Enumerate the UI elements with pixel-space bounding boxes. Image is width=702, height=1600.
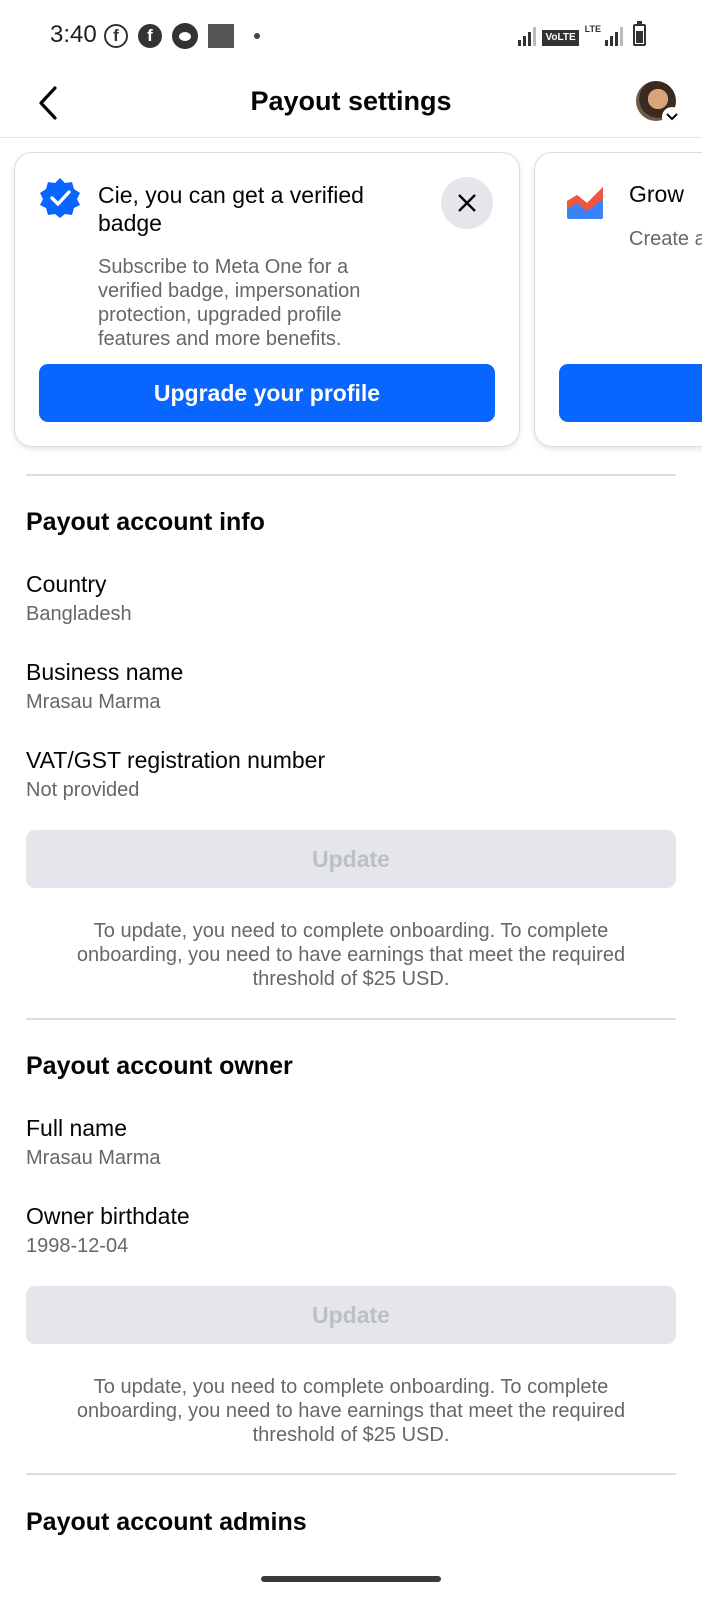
- owner-birthdate-label: Owner birthdate: [26, 1203, 190, 1229]
- status-time: 3:40: [50, 21, 97, 48]
- promo-title: Cie, you can get a verified badge: [98, 182, 364, 236]
- vat-gst-label: VAT/GST registration number: [26, 747, 326, 773]
- verified-badge-promo-card: Cie, you can get a verified badge Subscr…: [14, 152, 520, 447]
- growth-chart-icon: [567, 187, 603, 219]
- volte-badge: VoLTE: [542, 30, 579, 46]
- signal-2-icon: [605, 26, 623, 46]
- country-value: Bangladesh: [26, 603, 132, 625]
- home-indicator[interactable]: [261, 1576, 441, 1582]
- system-icons: VoLTE LTE: [518, 21, 646, 46]
- verified-badge-icon: [40, 178, 80, 218]
- image-notification-icon: [208, 24, 234, 48]
- more-notifications-dot-icon: [254, 33, 260, 39]
- status-bar: 3:40 f f VoLTE LTE: [0, 0, 702, 72]
- profile-switcher[interactable]: [636, 81, 682, 127]
- upgrade-profile-button[interactable]: Upgrade your profile: [39, 364, 495, 422]
- battery-icon: [633, 21, 646, 46]
- chevron-down-icon: [662, 107, 682, 127]
- promo-title-2: Grow: [629, 181, 684, 207]
- close-button[interactable]: [441, 177, 493, 229]
- close-icon: [458, 194, 476, 212]
- payout-account-info-title: Payout account info: [26, 508, 265, 536]
- divider: [26, 1018, 676, 1020]
- divider: [26, 1473, 676, 1475]
- business-name-label: Business name: [26, 659, 184, 685]
- signal-icon: [518, 26, 537, 46]
- promo-description-2: Create and bu: [629, 228, 702, 250]
- divider: [26, 474, 676, 476]
- promo-carousel[interactable]: Cie, you can get a verified badge Subscr…: [0, 152, 702, 457]
- facebook-icon: f: [138, 24, 162, 48]
- vat-gst-value: Not provided: [26, 779, 140, 801]
- facebook-outline-icon: f: [104, 24, 128, 48]
- grow-promo-button[interactable]: [559, 364, 702, 422]
- onboarding-note: To update, you need to complete onboardi…: [76, 920, 626, 990]
- grow-promo-card[interactable]: Grow Create and bu: [534, 152, 702, 447]
- lte-badge: LTE: [584, 24, 601, 34]
- notification-icons: f f: [104, 23, 260, 49]
- app-header: Payout settings: [0, 72, 702, 138]
- page-title: Payout settings: [250, 86, 452, 116]
- full-name-value: Mrasau Marma: [26, 1147, 161, 1169]
- update-account-info-button[interactable]: Update: [26, 830, 676, 888]
- onboarding-note: To update, you need to complete onboardi…: [76, 1376, 626, 1446]
- owner-birthdate-value: 1998-12-04: [26, 1235, 129, 1257]
- country-label: Country: [26, 571, 107, 597]
- promo-description: Subscribe to Meta One for a verified bad…: [98, 256, 361, 350]
- update-account-owner-button[interactable]: Update: [26, 1286, 676, 1344]
- reddit-icon: [172, 23, 198, 49]
- payout-account-admins-title: Payout account admins: [26, 1508, 307, 1536]
- full-name-label: Full name: [26, 1115, 127, 1141]
- business-name-value: Mrasau Marma: [26, 691, 161, 713]
- payout-account-owner-title: Payout account owner: [26, 1052, 293, 1080]
